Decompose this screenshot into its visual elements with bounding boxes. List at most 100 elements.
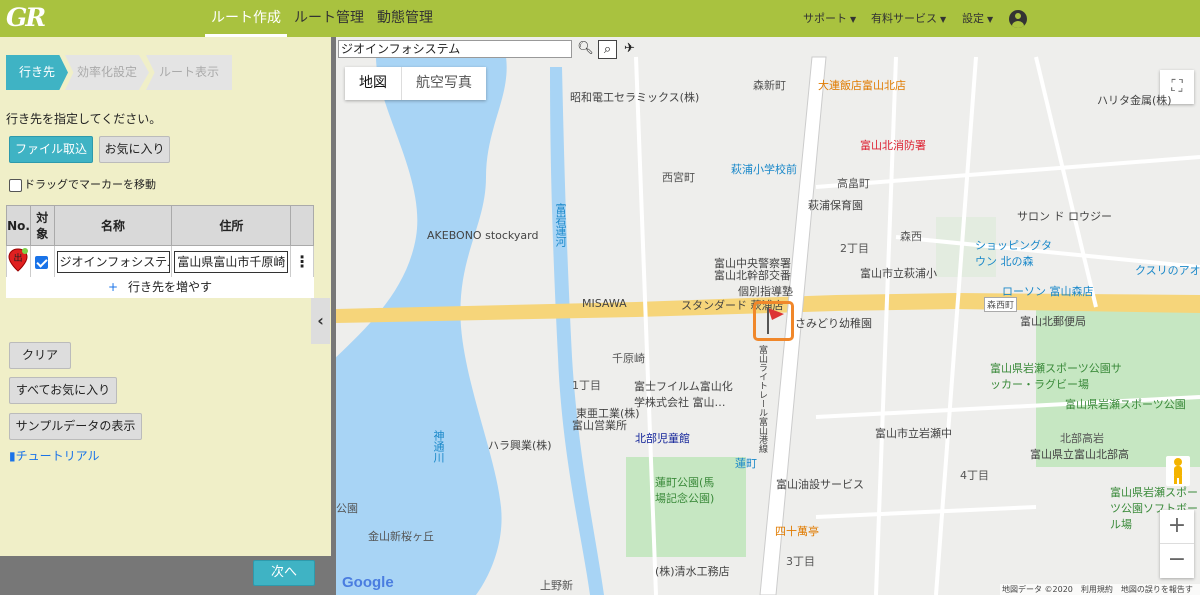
zoom-out-button[interactable]: − xyxy=(1160,544,1194,578)
map-label: 森新町 xyxy=(753,79,786,92)
map-label: サロン ド ロウジー xyxy=(1017,210,1112,223)
map-label: 富山市立岩瀬中 xyxy=(875,427,952,440)
map-label: 4丁目 xyxy=(960,469,989,482)
map-label: 富山県立富山北部高 xyxy=(1030,448,1129,461)
pin-label: 出 xyxy=(14,252,23,264)
map-label: 富士フイルム富山化学株式会社 富山… xyxy=(634,380,733,409)
map-label: 富山北郵便局 xyxy=(1020,315,1086,328)
map-label: 大連飯店富山北店 xyxy=(818,79,906,92)
step-route-display[interactable]: ルート表示 xyxy=(146,55,232,90)
map-label: 富山県岩瀬スポーツ公園サッカー・ラグビー場 xyxy=(990,362,1122,391)
map-label: 富山市立萩浦小 xyxy=(860,267,937,280)
destination-table: No. 対象 名称 住所 出 ジオインフォシステム 富山県富山市千原崎 ⋮ xyxy=(6,205,314,278)
satellite-icon[interactable]: ✈︎ xyxy=(620,40,639,59)
table-row: 出 ジオインフォシステム 富山県富山市千原崎 ⋮ xyxy=(6,245,314,278)
menu-support[interactable]: サポート ▼ xyxy=(803,0,856,37)
google-logo: Google xyxy=(342,574,394,591)
map-label: 富山油設サービス xyxy=(776,478,864,491)
map-label: 富山営業所 xyxy=(572,419,627,432)
target-checkbox[interactable] xyxy=(34,255,48,269)
area-search-icon[interactable]: ⌕ xyxy=(598,40,617,59)
flag-marker-icon xyxy=(767,308,784,334)
map-label: 西宮町 xyxy=(662,171,695,184)
chevron-left-icon: ‹ xyxy=(317,311,324,330)
header-target-label: 対象 xyxy=(36,210,49,241)
add-destination-row[interactable]: + 行き先を増やす xyxy=(6,277,314,298)
row-address-cell: 富山県富山市千原崎 xyxy=(171,245,292,278)
map-label: 森西 xyxy=(900,230,922,243)
address-input[interactable]: 富山県富山市千原崎 xyxy=(174,250,289,273)
map-label: 上野新 xyxy=(540,579,573,592)
map-type-map[interactable]: 地図 xyxy=(345,67,401,100)
map-label: 北部児童館 xyxy=(635,432,690,445)
drag-marker-option[interactable]: ドラッグでマーカーを移動 xyxy=(9,176,156,192)
menu-settings-label: 設定 xyxy=(962,12,984,25)
add-destination-label: 行き先を増やす xyxy=(128,280,213,294)
menu-settings[interactable]: 設定 ▼ xyxy=(962,0,993,37)
map-label: 昭和電工セラミックス(株) xyxy=(570,91,700,104)
map-label: 1丁目 xyxy=(572,379,601,392)
next-button[interactable]: 次へ xyxy=(253,560,315,586)
map-label: 富山県岩瀬スポーツ公園 xyxy=(1065,398,1186,411)
selected-marker-highlight[interactable] xyxy=(753,301,794,341)
nav-route-create[interactable]: ルート作成 xyxy=(205,0,287,37)
favorite-button[interactable]: お気に入り xyxy=(99,136,170,163)
menu-paid-services[interactable]: 有料サービス ▼ xyxy=(871,0,946,37)
chevron-down-icon: ▼ xyxy=(940,15,947,24)
map-label: さみどり幼稚園 xyxy=(795,317,872,330)
tutorial-link[interactable]: ▮チュートリアル xyxy=(9,447,100,464)
search-icon[interactable]: 🔍︎ xyxy=(576,40,595,59)
book-icon: ▮ xyxy=(9,449,16,463)
map-label: 萩浦保育園 xyxy=(808,199,863,212)
all-favorites-button[interactable]: すべてお気に入り xyxy=(9,377,117,404)
row-pin-cell: 出 xyxy=(6,245,31,278)
map-label: 富岩運河 xyxy=(554,203,567,247)
row-name-cell: ジオインフォシステム xyxy=(53,245,173,278)
app-logo[interactable]: GR xyxy=(6,3,46,32)
map-label: ショッピングタウン 北の森 xyxy=(975,239,1052,268)
map-label: 四十萬亭 xyxy=(775,525,819,538)
collapse-panel-button[interactable]: ‹ xyxy=(311,298,330,344)
map-attribution: 地図データ ©2020 利用規約 地図の誤りを報告する xyxy=(1000,584,1200,595)
instruction-text: 行き先を指定してください。 xyxy=(6,112,162,126)
map-label: (株)清水工務店 xyxy=(655,565,730,578)
map-label: 千原崎 xyxy=(612,352,645,365)
map-label: クスリのアオキ xyxy=(1135,264,1200,277)
nav-route-manage[interactable]: ルート管理 xyxy=(288,0,370,37)
zoom-in-button[interactable]: + xyxy=(1160,510,1194,544)
map-label: ハリタ金属(株) xyxy=(1097,94,1172,107)
map-label: 富山北幹部交番 xyxy=(714,269,791,282)
file-import-button[interactable]: ファイル取込 xyxy=(9,136,93,163)
map-label: 3丁目 xyxy=(786,555,815,568)
step-optimization[interactable]: 効率化設定 xyxy=(65,55,149,90)
map-label: 高畠町 xyxy=(837,177,870,190)
menu-support-label: サポート xyxy=(803,12,847,25)
map-type-satellite[interactable]: 航空写真 xyxy=(401,67,486,100)
start-pin-icon: 出 xyxy=(8,248,29,272)
header-address: 住所 xyxy=(171,205,292,246)
street-view-pegman-icon[interactable] xyxy=(1166,456,1190,486)
map-label: MISAWA xyxy=(582,297,627,310)
name-input[interactable]: ジオインフォシステム xyxy=(56,250,170,273)
map-label: 蓮町公園(馬場記念公園) xyxy=(655,476,715,505)
header-target: 対象 xyxy=(29,205,55,246)
drag-marker-checkbox[interactable] xyxy=(9,178,22,192)
plus-icon: + xyxy=(107,280,119,294)
map-label: 富山北消防署 xyxy=(860,139,926,152)
map-label: AKEBONO stockyard xyxy=(427,229,539,242)
map-label: 北部高岩 xyxy=(1060,432,1104,445)
map-label: 公園 xyxy=(336,502,358,515)
map-label: 森西町 xyxy=(984,297,1018,312)
map-label: 2丁目 xyxy=(840,242,869,255)
header-no: No. xyxy=(6,205,31,246)
sample-data-button[interactable]: サンプルデータの表示 xyxy=(9,413,142,440)
clear-button[interactable]: クリア xyxy=(9,342,71,369)
user-account-icon[interactable] xyxy=(1009,10,1027,28)
top-navbar: GR ルート作成 ルート管理 動態管理 サポート ▼ 有料サービス ▼ 設定 ▼ xyxy=(0,0,1200,37)
zoom-control: + − xyxy=(1160,510,1194,578)
nav-dynamic-manage[interactable]: 動態管理 xyxy=(371,0,439,37)
menu-paid-services-label: 有料サービス xyxy=(871,12,937,25)
map-search-input[interactable]: ジオインフォシステム xyxy=(338,40,572,58)
step-destination[interactable]: 行き先 xyxy=(6,55,68,90)
row-menu-icon[interactable]: ⋮ xyxy=(290,245,314,278)
